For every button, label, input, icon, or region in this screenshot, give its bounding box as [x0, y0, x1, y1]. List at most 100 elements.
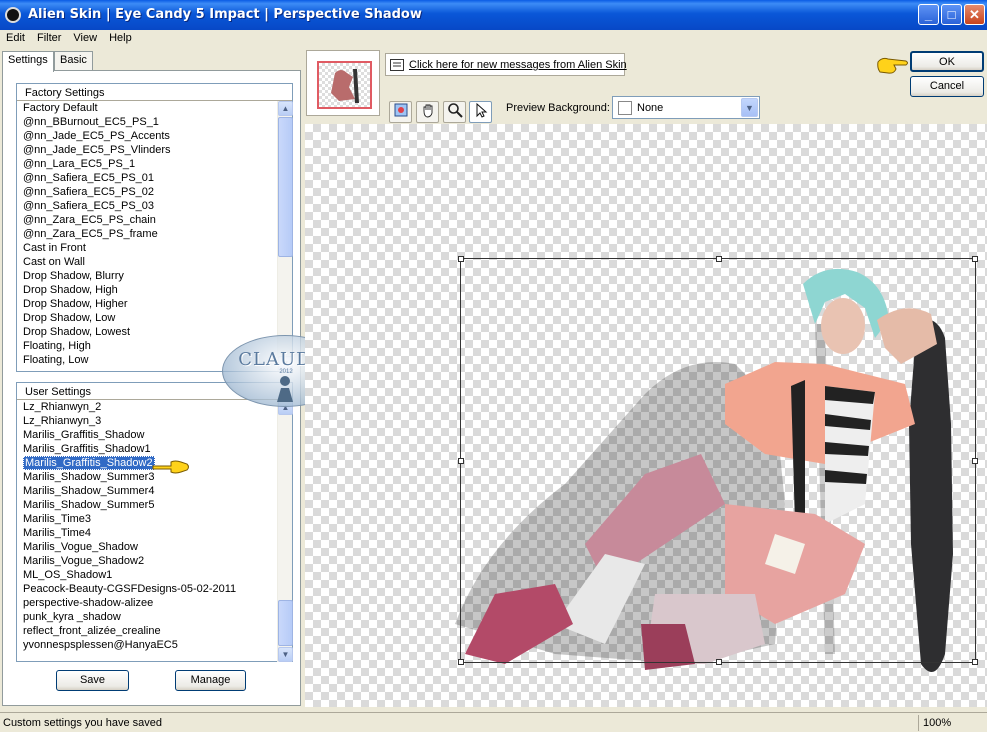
list-item[interactable]: Drop Shadow, Higher [17, 297, 278, 311]
hand-tool[interactable] [416, 101, 439, 123]
list-item[interactable]: punk_kyra _shadow [17, 610, 278, 624]
resize-handle[interactable] [716, 256, 722, 262]
maximize-button[interactable]: □ [941, 4, 962, 25]
menu-edit[interactable]: Edit [0, 30, 31, 44]
list-item[interactable]: yvonnespsplessen@HanyaEC5 [17, 638, 278, 652]
list-item[interactable]: Cast in Front [17, 241, 278, 255]
factory-settings-header: Factory Settings [17, 84, 292, 101]
list-item[interactable]: Marilis_Shadow_Summer5 [17, 498, 278, 512]
menu-filter[interactable]: Filter [31, 30, 67, 44]
tab-settings[interactable]: Settings [2, 51, 54, 72]
list-item[interactable]: Marilis_Graffitis_Shadow [17, 428, 278, 442]
ok-button[interactable]: OK [910, 51, 984, 72]
factory-settings-list[interactable]: Factory Default @nn_BBurnout_EC5_PS_1 @n… [17, 101, 278, 371]
scroll-up-icon[interactable]: ▲ [278, 101, 293, 116]
list-item[interactable]: ML_OS_Shadow1 [17, 568, 278, 582]
list-item[interactable]: Marilis_Shadow_Summer4 [17, 484, 278, 498]
list-item[interactable]: Marilis_Vogue_Shadow2 [17, 554, 278, 568]
list-item[interactable]: @nn_Safiera_EC5_PS_01 [17, 171, 278, 185]
list-item[interactable]: perspective-shadow-alizee [17, 596, 278, 610]
list-item[interactable]: Peacock-Beauty-CGSFDesigns-05-02-2011 [17, 582, 278, 596]
message-icon [390, 59, 404, 71]
status-bar: Custom settings you have saved 100% [0, 712, 987, 732]
status-separator [918, 715, 919, 731]
list-item[interactable]: @nn_Lara_EC5_PS_1 [17, 157, 278, 171]
title-bar[interactable]: Alien Skin | Eye Candy 5 Impact | Perspe… [0, 0, 987, 30]
resize-handle[interactable] [458, 659, 464, 665]
hand-icon [423, 104, 432, 118]
list-item[interactable]: Drop Shadow, High [17, 283, 278, 297]
list-item[interactable]: reflect_front_alizée_crealine [17, 624, 278, 638]
list-item[interactable]: @nn_Safiera_EC5_PS_03 [17, 199, 278, 213]
selected-item-label: Marilis_Graffitis_Shadow2 [23, 456, 155, 470]
arrow-tool[interactable] [469, 101, 492, 123]
background-swatch [618, 101, 632, 115]
resize-handle[interactable] [716, 659, 722, 665]
list-item[interactable]: Lz_Rhianwyn_2 [17, 400, 278, 414]
arrow-pointer-icon [476, 102, 487, 118]
preview-canvas[interactable] [305, 124, 987, 707]
list-item[interactable]: @nn_Zara_EC5_PS_chain [17, 213, 278, 227]
list-item[interactable]: Lz_Rhianwyn_3 [17, 414, 278, 428]
window-title: Alien Skin | Eye Candy 5 Impact | Perspe… [28, 7, 422, 22]
list-item[interactable]: Cast on Wall [17, 255, 278, 269]
thumbnail-viewport[interactable] [317, 61, 372, 109]
user-settings-group: User Settings Lz_Rhianwyn_2 Lz_Rhianwyn_… [16, 382, 293, 662]
list-item[interactable]: @nn_Jade_EC5_PS_Vlinders [17, 143, 278, 157]
zoom-level: 100% [923, 717, 952, 729]
tab-basic[interactable]: Basic [54, 51, 93, 70]
cancel-button[interactable]: Cancel [910, 76, 984, 97]
preview-background-value: None [637, 102, 664, 114]
navigator-thumbnail[interactable] [306, 50, 380, 116]
list-item[interactable]: Marilis_Time4 [17, 526, 278, 540]
magnifier-icon [447, 103, 463, 118]
factory-scrollbar[interactable]: ▲ ▼ [277, 101, 293, 371]
resize-handle[interactable] [972, 458, 978, 464]
menu-view[interactable]: View [67, 30, 103, 44]
close-button[interactable]: ✕ [964, 4, 985, 25]
selection-bounding-box[interactable] [458, 256, 978, 665]
list-item-selected[interactable]: Marilis_Graffitis_Shadow2 [17, 456, 278, 470]
list-item[interactable]: Marilis_Time3 [17, 512, 278, 526]
manage-button[interactable]: Manage [175, 670, 246, 691]
zoom-tool[interactable] [443, 101, 466, 123]
save-button[interactable]: Save [56, 670, 129, 691]
message-link-box[interactable]: Click here for new messages from Alien S… [385, 53, 627, 76]
resize-handle[interactable] [458, 458, 464, 464]
list-item[interactable]: Drop Shadow, Lowest [17, 325, 278, 339]
thumbnail-figure-icon [331, 69, 359, 103]
figure-icon [277, 376, 293, 402]
preview-background-select[interactable]: None ▼ [612, 96, 760, 119]
list-item[interactable]: Factory Default [17, 101, 278, 115]
list-item[interactable]: Marilis_Shadow_Summer3 [17, 470, 278, 484]
zoom-fit-icon [394, 103, 407, 117]
scroll-down-icon[interactable]: ▼ [278, 647, 293, 662]
resize-handle[interactable] [972, 256, 978, 262]
menu-bar: Edit Filter View Help [0, 30, 987, 49]
chevron-down-icon[interactable]: ▼ [741, 98, 758, 117]
list-item[interactable]: Drop Shadow, Low [17, 311, 278, 325]
pointing-hand-icon [877, 57, 908, 74]
scroll-thumb[interactable] [278, 117, 293, 257]
zoom-fit-tool[interactable] [389, 101, 412, 123]
resize-handle[interactable] [458, 256, 464, 262]
resize-handle[interactable] [972, 659, 978, 665]
factory-settings-group: Factory Settings Factory Default @nn_BBu… [16, 83, 293, 372]
list-item[interactable]: @nn_Zara_EC5_PS_frame [17, 227, 278, 241]
eye-candy-window: Alien Skin | Eye Candy 5 Impact | Perspe… [0, 0, 987, 732]
list-item[interactable]: @nn_Safiera_EC5_PS_02 [17, 185, 278, 199]
message-link[interactable]: Click here for new messages from Alien S… [409, 59, 627, 71]
list-item[interactable]: Drop Shadow, Blurry [17, 269, 278, 283]
menu-help[interactable]: Help [103, 30, 138, 44]
minimize-button[interactable]: _ [918, 4, 939, 25]
user-settings-list[interactable]: Lz_Rhianwyn_2 Lz_Rhianwyn_3 Marilis_Graf… [17, 400, 278, 662]
alien-skin-app-icon[interactable] [5, 7, 21, 23]
list-item[interactable]: Marilis_Graffitis_Shadow1 [17, 442, 278, 456]
user-scrollbar[interactable]: ▲ ▼ [277, 400, 293, 662]
list-item[interactable]: Marilis_Vogue_Shadow [17, 540, 278, 554]
pointing-hand-icon [152, 460, 189, 474]
list-item[interactable]: @nn_Jade_EC5_PS_Accents [17, 129, 278, 143]
scroll-thumb[interactable] [278, 600, 293, 646]
list-item[interactable]: @nn_BBurnout_EC5_PS_1 [17, 115, 278, 129]
status-text: Custom settings you have saved [3, 717, 162, 729]
